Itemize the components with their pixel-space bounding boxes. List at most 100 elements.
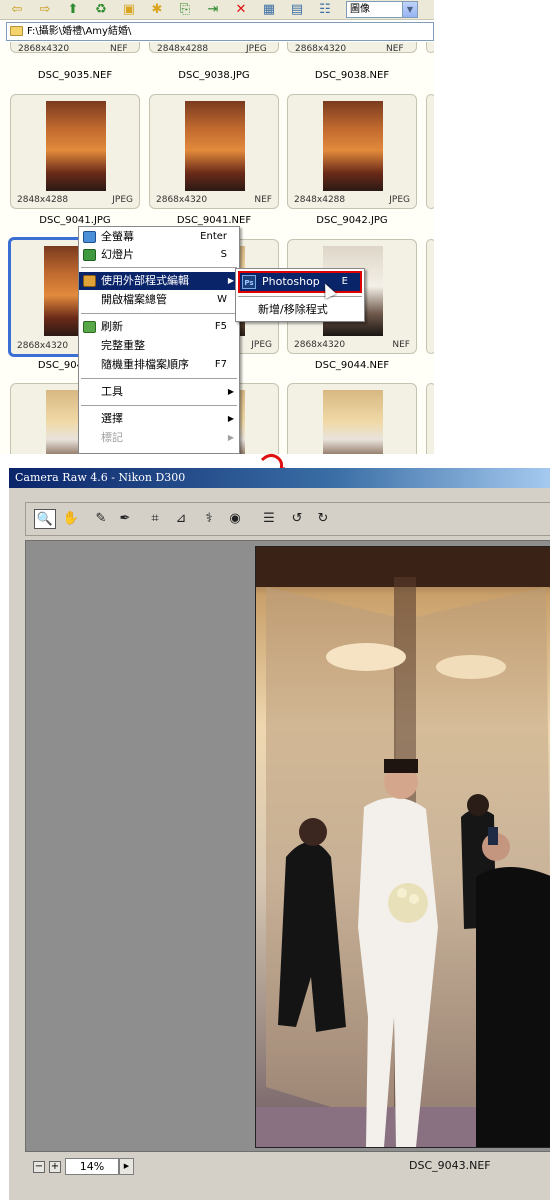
paint-palette-icon [83,275,96,287]
chevron-down-icon[interactable]: ▼ [402,2,417,17]
back-icon[interactable]: ⇦ [8,1,26,18]
view-mode-select[interactable]: 圖像 ▼ [346,1,418,18]
details-icon[interactable]: ▤ [288,1,306,18]
address-path: F:\攝影\婚禮\Amy結婚\ [27,26,132,37]
thumbnail-cell[interactable]: 2848x4288 JPEG [287,94,417,209]
straighten-tool-icon[interactable]: ⊿ [170,509,192,529]
preferences-icon[interactable]: ☰ [258,509,280,529]
fullscreen-icon [83,231,96,243]
image-dimensions: 2868x4320 [17,341,69,351]
copy-icon[interactable]: ⎘ [176,1,194,18]
zoom-tool-icon[interactable]: 🔍 [34,509,56,529]
crop-tool-icon[interactable]: ⌗ [144,509,166,529]
photo-thumbnail [46,101,106,191]
zoom-out-button[interactable]: − [33,1161,45,1173]
menu-separator [81,405,237,407]
zoom-in-button[interactable]: + [49,1161,61,1173]
menu-item-slideshow[interactable]: 幻燈片 S [79,246,239,264]
folder-up-icon[interactable]: ⬆ [64,1,82,18]
wedding-photo-image [256,547,550,1147]
photoshop-icon: Ps [242,275,256,289]
menu-separator [81,378,237,380]
submenu-arrow-icon: ▶ [227,276,234,285]
menu-separator [81,313,237,315]
image-type: JPEG [251,340,272,350]
camera-raw-window: Camera Raw 4.6 - Nikon D300 🔍 ✋ ✎ ✒ ⌗ ⊿ … [8,468,550,1200]
rotate-left-icon[interactable]: ↺ [286,509,308,529]
new-folder-icon[interactable]: ✱ [148,1,166,18]
menu-item-label: Photoshop [262,275,320,288]
context-menu: 全螢幕 Enter 幻燈片 S 使用外部程式編輯 ▶ 開啟檔案總管 W 刷新 F… [78,226,240,454]
image-type: JPEG [246,44,267,54]
thumbnail-cell[interactable]: 2868x4320 NEF [149,94,279,209]
current-file-name: DSC_9043.NEF [409,1159,491,1172]
image-preview-area[interactable] [25,540,550,1152]
menu-item-add-remove-programs[interactable]: 新增/移除程式 [236,300,364,320]
image-dimensions: 2848x4288 [17,195,69,205]
menu-item-open-explorer[interactable]: 開啟檔案總管 W [79,291,239,309]
file-name: DSC_9042.JPG [316,215,388,226]
file-name: DSC_9041.JPG [39,215,111,226]
window-title: Camera Raw 4.6 - Nikon D300 [9,468,550,488]
menu-item-tag[interactable]: 標記 ▶ [79,429,239,447]
thumbnail-cell-partial[interactable] [426,42,434,53]
retouch-tool-icon[interactable]: ⚕ [198,509,220,529]
menu-item-label: 全螢幕 [101,230,134,243]
thumbnails-icon[interactable]: ▦ [260,1,278,18]
image-dimensions: 2868x4320 [295,44,347,54]
browser-toolbar: ⇦ ⇨ ⬆ ♻ ▣ ✱ ⎘ ⇥ ✕ ▦ ▤ ☷ 圖像 ▼ [0,0,434,20]
thumbnail-cell[interactable]: 2848x4288 JPEG [10,94,140,209]
menu-item-tools[interactable]: 工具 ▶ [79,383,239,401]
thumbnail-cell[interactable] [287,383,417,454]
menu-item-label: 使用外部程式編輯 [101,274,189,287]
menu-item-select[interactable]: 選擇 ▶ [79,410,239,428]
delete-icon[interactable]: ✕ [232,1,250,18]
refresh-icon [83,321,96,333]
thumbnail-cell-partial[interactable] [426,383,434,454]
submenu-arrow-icon: ▶ [227,387,234,396]
rotate-right-icon[interactable]: ↻ [312,509,334,529]
menu-item-full-refresh[interactable]: 完整重整 [79,337,239,355]
menu-item-shuffle-order[interactable]: 隨機重排檔案順序 F7 [79,356,239,374]
refresh-icon[interactable]: ♻ [92,1,110,18]
image-type: NEF [254,195,272,205]
image-dimensions: 2868x4320 [156,195,208,205]
hand-tool-icon[interactable]: ✋ [60,509,82,529]
thumbnail-cell-partial[interactable] [426,94,434,209]
photo-thumbnail [323,390,383,454]
color-sampler-tool-icon[interactable]: ✒ [114,509,136,529]
menu-item-fullscreen[interactable]: 全螢幕 Enter [79,228,239,246]
external-editor-submenu: Ps Photoshop E 新增/移除程式 [235,268,365,322]
menu-item-photoshop[interactable]: Ps Photoshop E [238,271,362,293]
folder-icon [10,26,23,36]
image-dimensions: 2848x4288 [157,44,209,54]
folder-icon[interactable]: ▣ [120,1,138,18]
image-type: JPEG [389,195,410,205]
menu-item-label: 刷新 [101,320,123,333]
file-name: DSC_9041.NEF [176,215,252,226]
menu-shortcut: F7 [214,359,227,370]
menu-item-open-with-external-editor[interactable]: 使用外部程式編輯 ▶ [79,272,239,290]
menu-shortcut: Enter [200,231,227,242]
menu-item-label: 選擇 [101,412,123,425]
menu-separator [81,267,237,269]
white-balance-tool-icon[interactable]: ✎ [90,509,112,529]
thumbnail-cell-partial[interactable] [426,239,434,354]
forward-icon[interactable]: ⇨ [36,1,54,18]
file-name: DSC_9035.NEF [37,70,113,81]
camera-raw-footer: − + 14% ▶ DSC_9043.NEF [25,1154,550,1180]
address-bar[interactable]: F:\攝影\婚禮\Amy結婚\ [6,22,434,41]
zoom-dropdown-arrow-icon[interactable]: ▶ [119,1158,134,1175]
menu-item-label: 工具 [101,385,123,398]
photo-thumbnail [185,101,245,191]
image-dimensions: 2868x4320 [294,340,346,350]
menu-item-label: 開啟檔案總管 [101,293,167,306]
red-eye-tool-icon[interactable]: ◉ [224,509,246,529]
zoom-level-field[interactable]: 14% [65,1158,119,1175]
file-browser-window: ⇦ ⇨ ⬆ ♻ ▣ ✱ ⎘ ⇥ ✕ ▦ ▤ ☷ 圖像 ▼ F:\攝影\婚禮\Am… [0,0,434,454]
menu-item-label: 完整重整 [101,339,145,352]
image-type: NEF [110,44,128,54]
move-icon[interactable]: ⇥ [204,1,222,18]
list-icon[interactable]: ☷ [316,1,334,18]
menu-item-refresh[interactable]: 刷新 F5 [79,318,239,336]
